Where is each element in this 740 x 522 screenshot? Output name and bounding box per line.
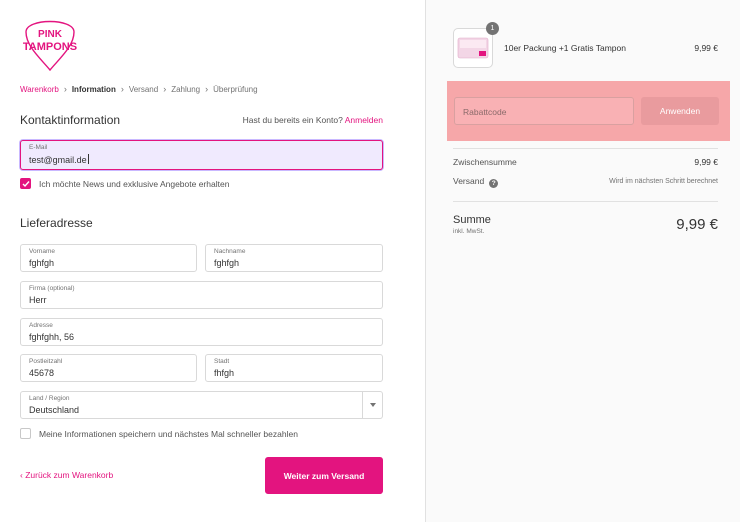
subtotal-label: Zwischensumme bbox=[453, 157, 517, 167]
text-caret bbox=[87, 154, 89, 164]
breadcrumb-information: Information bbox=[71, 84, 116, 94]
shipping-cost-label-text: Versand bbox=[453, 176, 485, 186]
first-name-field[interactable]: Vorname fghfgh bbox=[20, 244, 197, 272]
svg-text:PINK: PINK bbox=[38, 29, 63, 40]
newsletter-checkbox[interactable] bbox=[20, 178, 31, 189]
subtotal-value: 9,99 € bbox=[694, 157, 718, 167]
country-select[interactable]: Land / Region Deutschland bbox=[20, 391, 383, 419]
last-name-value: fghfgh bbox=[214, 258, 240, 268]
chevron-right-icon: › bbox=[163, 84, 167, 94]
brand-logo[interactable]: PINK TAMPONS bbox=[20, 20, 80, 74]
contact-section-title: Kontaktinformation bbox=[20, 113, 121, 127]
first-name-value: fghfgh bbox=[29, 258, 55, 268]
discount-code-placeholder: Rabattcode bbox=[463, 107, 507, 117]
chevron-down-icon bbox=[362, 392, 382, 418]
product-price: 9,99 € bbox=[694, 43, 718, 53]
save-info-option[interactable]: Meine Informationen speichern und nächst… bbox=[20, 428, 298, 439]
save-info-label: Meine Informationen speichern und nächst… bbox=[39, 428, 298, 439]
zip-label: Postleitzahl bbox=[29, 358, 63, 365]
product-name: 10er Packung +1 Gratis Tampon bbox=[504, 43, 626, 53]
newsletter-label: Ich möchte News und exklusive Angebote e… bbox=[39, 178, 230, 189]
quantity-badge: 1 bbox=[486, 22, 499, 35]
question-circle-icon[interactable]: ? bbox=[489, 179, 499, 188]
company-value: Herr bbox=[29, 295, 47, 305]
shipping-cost-value: Wird im nächsten Schritt berechnet bbox=[609, 178, 718, 185]
summary-divider bbox=[453, 148, 718, 149]
checkmark-icon bbox=[22, 180, 30, 187]
login-link[interactable]: Anmelden bbox=[345, 115, 383, 125]
chevron-right-icon: › bbox=[63, 84, 67, 94]
breadcrumb-payment: Zahlung bbox=[171, 84, 201, 94]
address-field[interactable]: Adresse fghfghh, 56 bbox=[20, 318, 383, 346]
total-value: 9,99 € bbox=[676, 216, 718, 233]
company-field[interactable]: Firma (optional) Herr bbox=[20, 281, 383, 309]
email-field-value: test@gmail.de bbox=[29, 154, 89, 165]
chevron-right-icon: › bbox=[120, 84, 124, 94]
shipping-section-title: Lieferadresse bbox=[20, 216, 93, 230]
city-label: Stadt bbox=[214, 358, 230, 365]
discount-code-input[interactable]: Rabattcode bbox=[454, 97, 634, 125]
back-to-cart-label: Zurück zum Warenkorb bbox=[25, 470, 114, 480]
order-summary: 1 10er Packung +1 Gratis Tampon 9,99 € R… bbox=[425, 0, 740, 522]
breadcrumb-cart[interactable]: Warenkorb bbox=[20, 85, 59, 94]
account-prompt-text: Hast du bereits ein Konto? bbox=[242, 115, 343, 125]
checkout-main: PINK TAMPONS Warenkorb › Information › V… bbox=[0, 0, 425, 522]
svg-text:TAMPONS: TAMPONS bbox=[23, 41, 77, 53]
summary-divider bbox=[453, 201, 718, 202]
chevron-right-icon: › bbox=[205, 84, 209, 94]
logo-mark: PINK TAMPONS bbox=[23, 20, 77, 72]
save-info-checkbox[interactable] bbox=[20, 428, 31, 439]
apply-discount-button[interactable]: Anwenden bbox=[641, 97, 719, 125]
breadcrumb: Warenkorb › Information › Versand › Zahl… bbox=[20, 84, 258, 94]
newsletter-option[interactable]: Ich möchte News und exklusive Angebote e… bbox=[20, 178, 229, 189]
last-name-field[interactable]: Nachname fghfgh bbox=[205, 244, 383, 272]
account-prompt: Hast du bereits ein Konto? Anmelden bbox=[243, 115, 383, 125]
total-label: Summe bbox=[453, 214, 491, 226]
zip-value: 45678 bbox=[29, 368, 55, 378]
back-to-cart-link[interactable]: ‹ Zurück zum Warenkorb bbox=[20, 470, 113, 480]
product-thumbnail: 1 bbox=[453, 22, 499, 68]
product-image bbox=[457, 37, 489, 59]
shipping-cost-label: Versand? bbox=[453, 176, 499, 188]
address-label: Adresse bbox=[29, 322, 53, 329]
address-value: fghfghh, 56 bbox=[29, 332, 75, 342]
last-name-label: Nachname bbox=[214, 248, 246, 255]
email-field-label: E-Mail bbox=[29, 144, 48, 151]
company-label: Firma (optional) bbox=[29, 285, 75, 292]
first-name-label: Vorname bbox=[29, 248, 56, 255]
zip-field[interactable]: Postleitzahl 45678 bbox=[20, 354, 197, 382]
email-field[interactable]: E-Mail test@gmail.de bbox=[20, 140, 383, 170]
country-label: Land / Region bbox=[29, 395, 70, 402]
tax-note: inkl. MwSt. bbox=[453, 228, 485, 235]
breadcrumb-shipping: Versand bbox=[128, 84, 159, 94]
country-value: Deutschland bbox=[29, 405, 80, 415]
continue-to-shipping-button[interactable]: Weiter zum Versand bbox=[265, 457, 383, 494]
city-value: fhfgh bbox=[214, 368, 235, 378]
breadcrumb-review: Überprüfung bbox=[213, 84, 258, 94]
city-field[interactable]: Stadt fhfgh bbox=[205, 354, 383, 382]
